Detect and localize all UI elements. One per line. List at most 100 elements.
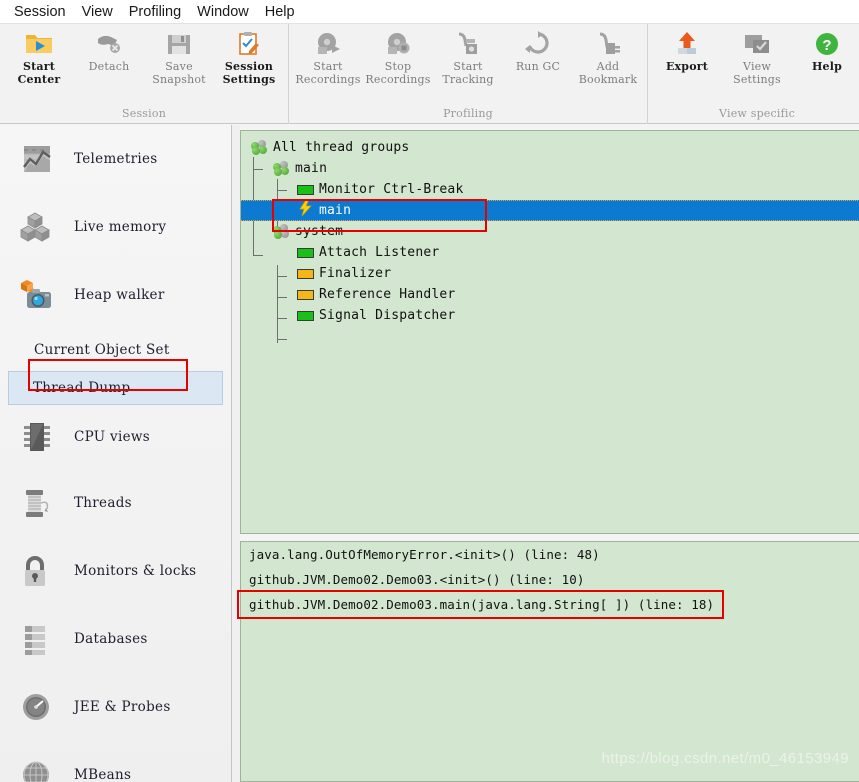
sidebar-item-jee-probes[interactable]: JEE & Probes <box>0 673 231 741</box>
toolbar-label-save-snapshot: Save Snapshot <box>152 61 206 86</box>
toolbar-label-help: Help <box>812 61 842 74</box>
thread-tree-panel[interactable]: All thread groups main Monitor Ctrl-Brea… <box>240 130 859 534</box>
sidebar-item-telemetries[interactable]: Telemetries <box>0 125 231 193</box>
toolbar-group-label-profiling: Profiling <box>289 107 647 120</box>
toolbar-button-add-bookmark[interactable]: Add Bookmark <box>573 24 643 86</box>
detach-icon <box>92 29 126 59</box>
menu-item-view[interactable]: View <box>74 1 121 23</box>
sidebar-label-databases: Databases <box>74 631 148 647</box>
toolbar-button-save-snapshot[interactable]: Save Snapshot <box>144 24 214 86</box>
toolbar-button-view-settings[interactable]: View Settings <box>722 24 792 86</box>
tree-node-main-group[interactable]: main <box>247 158 859 179</box>
menu-item-session[interactable]: Session <box>6 1 74 23</box>
thread-tree: All thread groups main Monitor Ctrl-Brea… <box>241 131 859 326</box>
menu-item-window[interactable]: Window <box>189 1 257 23</box>
sidebar-label-jee-probes: JEE & Probes <box>74 699 171 715</box>
svg-text:?: ? <box>822 37 831 54</box>
sidebar-splitter[interactable] <box>232 125 240 782</box>
toolbar-label-start-recordings: Start Recordings <box>295 61 360 86</box>
start-center-icon <box>22 29 56 59</box>
stack-trace-line[interactable]: github.JVM.Demo02.Demo03.<init>() (line:… <box>241 567 859 592</box>
toolbar-button-help[interactable]: ? Help <box>792 24 859 74</box>
stack-trace-panel[interactable]: java.lang.OutOfMemoryError.<init>() (lin… <box>240 541 859 782</box>
stop-recordings-icon <box>381 29 415 59</box>
tree-label: system <box>295 224 343 239</box>
help-icon: ? <box>810 29 844 59</box>
sidebar-item-thread-dump[interactable]: Thread Dump <box>8 371 223 405</box>
tree-node-signal-dispatcher[interactable]: Signal Dispatcher <box>247 305 859 326</box>
tree-label: Signal Dispatcher <box>319 308 455 323</box>
monitors-locks-icon <box>14 548 60 594</box>
sidebar-label-monitors-locks: Monitors & locks <box>74 563 196 579</box>
thread-group-icon <box>273 161 290 176</box>
toolbar-label-stop-recordings: Stop Recordings <box>365 61 430 86</box>
toolbar-group-view-specific: Export View Settings <box>648 24 859 124</box>
stack-trace-line[interactable]: java.lang.OutOfMemoryError.<init>() (lin… <box>241 542 859 567</box>
toolbar-button-run-gc[interactable]: Run GC <box>503 24 573 74</box>
tree-label: Attach Listener <box>319 245 439 260</box>
menu-item-profiling[interactable]: Profiling <box>121 1 189 23</box>
tree-line <box>277 339 287 340</box>
tree-node-finalizer[interactable]: Finalizer <box>247 263 859 284</box>
view-settings-icon <box>740 29 774 59</box>
tree-node-main-thread[interactable]: main <box>241 200 859 221</box>
databases-icon <box>14 616 60 662</box>
menu-bar: Session View Profiling Window Help <box>0 0 859 24</box>
start-recordings-icon <box>311 29 345 59</box>
sidebar-section-current-object-set: Current Object Set <box>0 329 231 371</box>
sidebar-item-mbeans[interactable]: MBeans <box>0 741 231 782</box>
toolbar-group-label-view-specific: View specific <box>648 107 859 120</box>
sidebar-item-live-memory[interactable]: Live memory <box>0 193 231 261</box>
toolbar-button-stop-recordings[interactable]: Stop Recordings <box>363 24 433 86</box>
toolbar-label-view-settings: View Settings <box>733 61 781 86</box>
cpu-views-icon <box>14 414 60 460</box>
toolbar-group-profiling: Start Recordings Stop Recordings <box>289 24 648 124</box>
tree-node-reference-handler[interactable]: Reference Handler <box>247 284 859 305</box>
toolbar-button-start-recordings[interactable]: Start Recordings <box>293 24 363 86</box>
thread-state-icon <box>297 311 314 321</box>
tree-label: All thread groups <box>273 140 409 155</box>
save-snapshot-icon <box>162 29 196 59</box>
sidebar-item-databases[interactable]: Databases <box>0 605 231 673</box>
tree-label: main <box>319 203 351 218</box>
toolbar-button-start-center[interactable]: Start Center <box>4 24 74 86</box>
run-gc-icon <box>521 29 555 59</box>
sidebar-label-cpu-views: CPU views <box>74 429 150 445</box>
export-icon <box>670 29 704 59</box>
toolbar-label-add-bookmark: Add Bookmark <box>579 61 638 86</box>
watermark-text: https://blog.csdn.net/m0_46153949 <box>601 750 849 767</box>
tree-node-system-group[interactable]: system <box>247 221 859 242</box>
toolbar-button-detach[interactable]: Detach <box>74 24 144 74</box>
thread-group-icon <box>251 140 268 155</box>
jprofiler-window: Session View Profiling Window Help Start… <box>0 0 859 782</box>
sidebar-item-heap-walker[interactable]: Heap walker <box>0 261 231 329</box>
tree-label: main <box>295 161 327 176</box>
toolbar-button-export[interactable]: Export <box>652 24 722 74</box>
tree-node-all-thread-groups[interactable]: All thread groups <box>247 137 859 158</box>
sidebar-item-cpu-views[interactable]: CPU views <box>0 405 231 469</box>
menu-item-help[interactable]: Help <box>257 1 303 23</box>
add-bookmark-icon <box>591 29 625 59</box>
telemetries-icon <box>14 136 60 182</box>
thread-state-icon <box>297 185 314 195</box>
jee-probes-icon <box>14 684 60 730</box>
sidebar-item-threads[interactable]: Threads <box>0 469 231 537</box>
toolbar: Start Center Detach <box>0 24 859 124</box>
stack-trace-line[interactable]: github.JVM.Demo02.Demo03.main(java.lang.… <box>241 592 859 617</box>
toolbar-label-start-center: Start Center <box>18 61 61 86</box>
toolbar-button-session-settings[interactable]: Session Settings <box>214 24 284 86</box>
toolbar-label-detach: Detach <box>89 61 130 74</box>
sidebar-item-monitors-locks[interactable]: Monitors & locks <box>0 537 231 605</box>
toolbar-group-session: Start Center Detach <box>0 24 289 124</box>
tree-label: Reference Handler <box>319 287 455 302</box>
heap-walker-icon <box>14 272 60 318</box>
thread-bolt-icon <box>297 200 314 221</box>
toolbar-button-start-tracking[interactable]: Start Tracking <box>433 24 503 86</box>
tree-node-monitor-ctrl-break[interactable]: Monitor Ctrl-Break <box>247 179 859 200</box>
mbeans-icon <box>14 752 60 782</box>
session-settings-icon <box>232 29 266 59</box>
sidebar-label-live-memory: Live memory <box>74 219 166 235</box>
thread-state-icon <box>297 290 314 300</box>
tree-node-attach-listener[interactable]: Attach Listener <box>247 242 859 263</box>
sidebar-label-current-object-set: Current Object Set <box>34 342 170 358</box>
